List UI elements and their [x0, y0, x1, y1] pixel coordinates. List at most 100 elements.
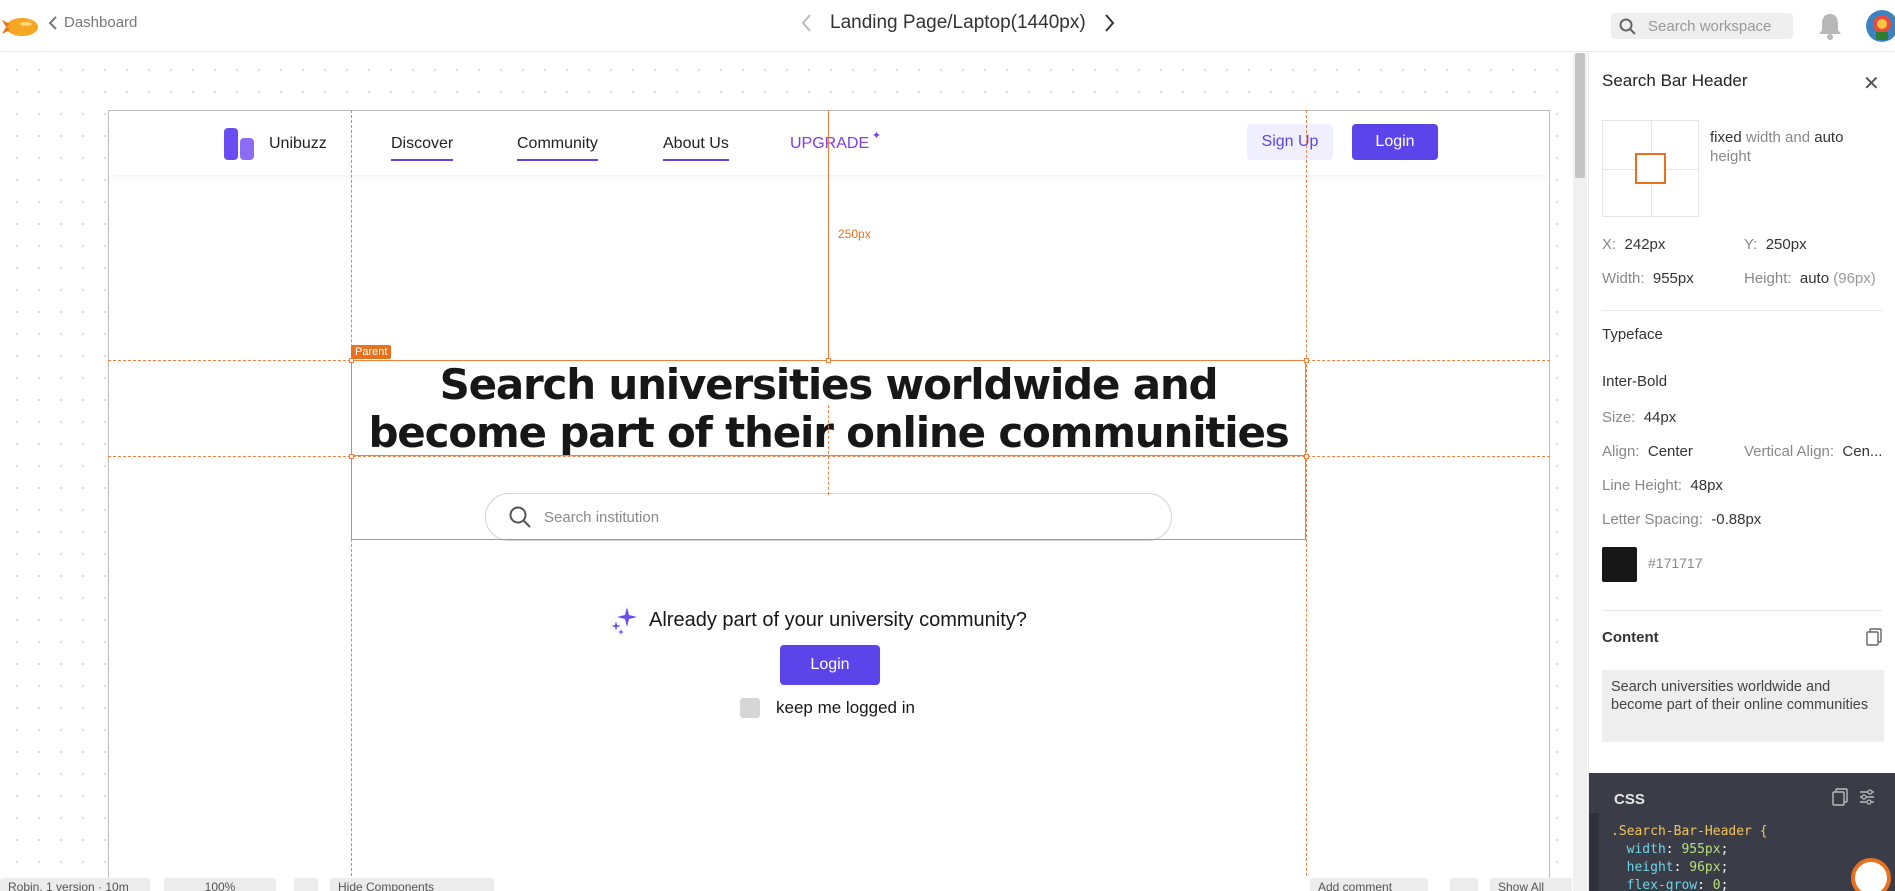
css-prop: height: [1626, 860, 1674, 875]
font-name-value[interactable]: Inter-Bold: [1602, 373, 1667, 390]
width-label: Width:: [1602, 270, 1645, 287]
selection-handle[interactable]: [1304, 454, 1309, 459]
letter-spacing: Letter Spacing: -0.88px: [1602, 511, 1761, 528]
workspace-search-placeholder: Search workspace: [1648, 17, 1772, 35]
selection-handle[interactable]: [826, 358, 831, 363]
keep-logged-in-checkbox[interactable]: [740, 698, 760, 718]
selection-handle[interactable]: [349, 454, 354, 459]
height-property: Height: auto (96px): [1744, 270, 1876, 287]
brand-name: Unibuzz: [269, 135, 327, 152]
notification-bell-icon[interactable]: [1817, 12, 1843, 40]
sizing-text: height: [1710, 148, 1751, 165]
css-code[interactable]: .Search-Bar-Header { width: 955px; heigh…: [1611, 823, 1768, 891]
content-title: Content: [1602, 629, 1659, 646]
show-all-dropdown[interactable]: Show All: [1490, 878, 1572, 891]
back-to-dashboard-link[interactable]: Dashboard: [48, 14, 137, 31]
already-member-prompt: Already part of your university communit…: [609, 605, 1027, 635]
distance-line: [828, 110, 829, 360]
font-name: Inter-Bold: [1602, 373, 1667, 390]
align-value[interactable]: Center: [1648, 443, 1693, 460]
sizing-box-icon: [1635, 153, 1666, 184]
divider: [1602, 610, 1882, 611]
workspace-search-input[interactable]: Search workspace: [1611, 13, 1793, 39]
upgrade-label: UPGRADE: [790, 135, 870, 152]
hide-components-toggle[interactable]: Hide Components: [330, 878, 494, 891]
guide-right: [1306, 110, 1307, 876]
parent-box: [351, 360, 1306, 540]
version-info[interactable]: Robin, 1 version · 10m: [0, 878, 150, 891]
valign-value[interactable]: Cen...: [1842, 443, 1882, 460]
y-label: Y:: [1744, 236, 1758, 253]
unibuzz-logo-icon: [224, 128, 254, 160]
text-align: Align: Center: [1602, 443, 1693, 460]
css-prop: width: [1626, 842, 1666, 857]
sizing-description: fixed width and auto height: [1710, 128, 1880, 166]
signup-button[interactable]: Sign Up: [1247, 124, 1333, 160]
content-text-box[interactable]: Search universities worldwide and become…: [1602, 670, 1884, 742]
align-label: Align:: [1602, 443, 1640, 460]
copy-icon[interactable]: [1866, 628, 1882, 646]
distance-label: 250px: [834, 227, 875, 241]
user-avatar[interactable]: [1866, 10, 1895, 42]
zoom-control[interactable]: 100%: [164, 878, 276, 891]
next-page-icon[interactable]: [1104, 13, 1116, 33]
canvas-vertical-scrollbar[interactable]: [1573, 53, 1587, 891]
chevron-left-icon: [48, 15, 57, 30]
asset-icon[interactable]: [1450, 878, 1478, 891]
lineheight-label: Line Height:: [1602, 477, 1683, 494]
css-value: 955px: [1681, 842, 1721, 857]
height-value[interactable]: auto: [1800, 270, 1829, 287]
valign-label: Vertical Align:: [1744, 443, 1835, 460]
text-color-swatch[interactable]: [1602, 547, 1637, 582]
height-computed: (96px): [1833, 270, 1876, 287]
typeface-title: Typeface: [1602, 326, 1663, 343]
x-value[interactable]: 242px: [1625, 236, 1666, 253]
sizing-text: width and: [1741, 129, 1815, 146]
inspector-title: Search Bar Header: [1602, 71, 1748, 90]
sparkle-icon: ✦: [871, 130, 882, 142]
divider: [1602, 310, 1882, 311]
copy-css-icon[interactable]: [1832, 788, 1848, 806]
css-title: CSS: [1614, 791, 1645, 808]
y-position: Y: 250px: [1744, 236, 1807, 253]
sparkles-icon: [611, 607, 637, 635]
back-label: Dashboard: [64, 14, 138, 31]
line-height: Line Height: 48px: [1602, 477, 1723, 494]
previous-page-icon[interactable]: [800, 13, 812, 33]
already-member-text: Already part of your university communit…: [649, 608, 1027, 631]
site-navbar: Unibuzz Discover Community About Us UPGR…: [109, 111, 1549, 175]
grid-toggle-icon[interactable]: [294, 878, 318, 891]
nav-login-button[interactable]: Login: [1352, 124, 1438, 160]
scrollbar-thumb[interactable]: [1575, 53, 1585, 178]
width-property: Width: 955px: [1602, 270, 1694, 287]
page-title: Landing Page/Laptop(1440px): [830, 12, 1086, 33]
nav-link-discover[interactable]: Discover: [391, 135, 454, 161]
add-comment-button[interactable]: Add comment: [1310, 878, 1428, 891]
width-value[interactable]: 955px: [1653, 270, 1694, 287]
keep-logged-in-label: keep me logged in: [776, 698, 915, 717]
zeplin-logo-icon[interactable]: [2, 10, 40, 42]
search-icon: [1619, 18, 1636, 35]
settings-sliders-icon[interactable]: [1859, 788, 1875, 806]
text-color-hex[interactable]: #171717: [1648, 555, 1703, 571]
code-gutter: [1589, 813, 1599, 891]
top-bar: Dashboard Landing Page/Laptop(1440px) Se…: [0, 0, 1895, 52]
nav-link-community[interactable]: Community: [517, 135, 598, 161]
sizing-width-mode: fixed: [1710, 129, 1742, 146]
login-button[interactable]: Login: [780, 645, 880, 685]
letterspacing-value[interactable]: -0.88px: [1711, 511, 1761, 528]
keep-logged-in-row: keep me logged in: [740, 698, 915, 718]
lineheight-value[interactable]: 48px: [1690, 477, 1723, 494]
close-icon[interactable]: ✕: [1863, 71, 1880, 96]
nav-link-about-us[interactable]: About Us: [663, 135, 729, 161]
letterspacing-label: Letter Spacing:: [1602, 511, 1703, 528]
parent-tag: Parent: [351, 345, 392, 359]
y-value[interactable]: 250px: [1766, 236, 1807, 253]
help-lifebuoy-icon[interactable]: [1851, 858, 1891, 891]
css-prop: flex-grow: [1626, 878, 1698, 891]
size-value[interactable]: 44px: [1644, 409, 1677, 426]
selection-handle[interactable]: [1304, 358, 1309, 363]
css-code-panel: CSS .Search-Bar-Header { width: 955px; h…: [1589, 773, 1895, 891]
x-position: X: 242px: [1602, 236, 1665, 253]
upgrade-link[interactable]: UPGRADE ✦: [790, 130, 881, 153]
